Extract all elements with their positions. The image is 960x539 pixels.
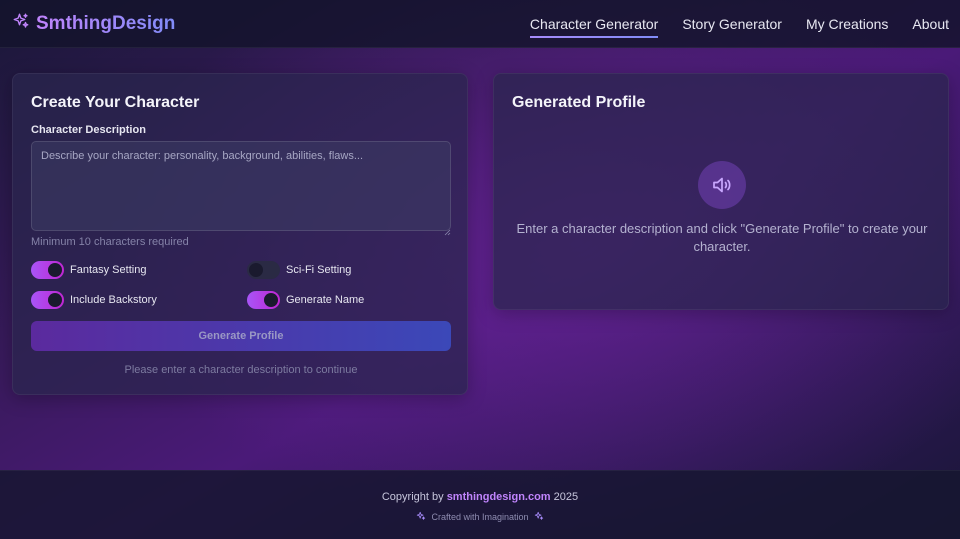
- create-character-card: Create Your Character Character Descript…: [12, 73, 468, 395]
- option-fantasy-setting[interactable]: Fantasy Setting: [31, 261, 146, 279]
- copyright: Copyright by smthingdesign.com 2025: [0, 491, 960, 503]
- speaker-icon: [698, 161, 746, 209]
- generate-name-toggle[interactable]: [247, 291, 280, 309]
- character-description-input[interactable]: [31, 141, 451, 231]
- profile-empty-message: Enter a character description and click …: [516, 221, 928, 254]
- copyright-prefix: Copyright by: [381, 491, 444, 503]
- generated-profile-title: Generated Profile: [512, 94, 646, 111]
- tagline-text: Crafted with Imagination: [431, 512, 529, 522]
- include-backstory-toggle[interactable]: [31, 291, 64, 309]
- generated-profile-card: Generated Profile Enter a character desc…: [493, 73, 949, 310]
- generate-profile-button[interactable]: Generate Profile: [31, 321, 451, 351]
- sparkles-icon: [12, 12, 30, 35]
- option-sci-fi-setting[interactable]: Sci-Fi Setting: [247, 261, 351, 279]
- brand-name: SmthingDesign: [36, 12, 176, 34]
- status-message: Please enter a character description to …: [124, 364, 358, 376]
- nav-character-generator[interactable]: Character Generator: [529, 16, 659, 38]
- footer: Copyright by smthingdesign.com 2025 Craf…: [0, 470, 960, 539]
- character-description-label: Character Description: [31, 124, 146, 136]
- description-hint: Minimum 10 characters required: [31, 236, 189, 248]
- resize-grip-icon[interactable]: [444, 223, 451, 236]
- include-backstory-label: Include Backstory: [70, 294, 157, 306]
- brand[interactable]: SmthingDesign: [12, 12, 175, 35]
- fantasy-setting-toggle[interactable]: [31, 261, 64, 279]
- tagline: Crafted with Imagination: [0, 511, 960, 523]
- toggle-knob: [264, 293, 278, 307]
- sci-fi-setting-label: Sci-Fi Setting: [286, 264, 352, 276]
- sparkles-icon: [416, 511, 426, 523]
- toggle-knob: [48, 263, 62, 277]
- generate-name-label: Generate Name: [286, 294, 365, 306]
- nav-about[interactable]: About: [912, 16, 949, 32]
- nav-story-generator[interactable]: Story Generator: [682, 16, 782, 32]
- site-link[interactable]: smthingdesign.com: [447, 491, 551, 503]
- app-header: SmthingDesign Character Generator Story …: [0, 0, 960, 48]
- toggle-knob: [48, 293, 62, 307]
- create-character-title: Create Your Character: [31, 94, 200, 111]
- sci-fi-setting-toggle[interactable]: [247, 261, 280, 279]
- copyright-year: 2025: [553, 491, 579, 503]
- option-generate-name[interactable]: Generate Name: [247, 291, 364, 309]
- toggle-knob: [249, 263, 263, 277]
- option-include-backstory[interactable]: Include Backstory: [31, 291, 157, 309]
- fantasy-setting-label: Fantasy Setting: [70, 264, 147, 276]
- sparkles-icon: [534, 511, 544, 523]
- nav-my-creations[interactable]: My Creations: [806, 16, 888, 32]
- main-nav: Character Generator Story Generator My C…: [529, 0, 960, 48]
